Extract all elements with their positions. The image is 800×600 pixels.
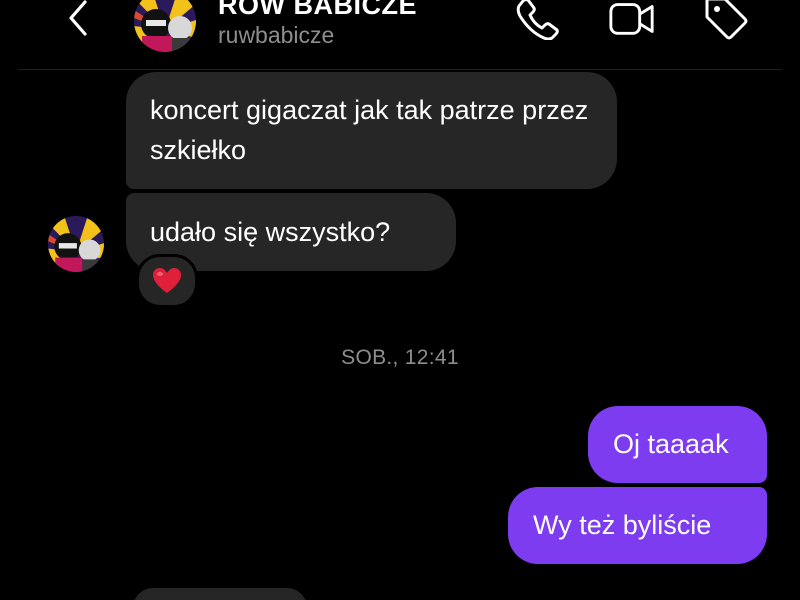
outgoing-message[interactable]: Oj taaaak xyxy=(588,406,767,483)
avatar[interactable] xyxy=(134,0,196,52)
phone-icon xyxy=(516,0,559,40)
back-button[interactable] xyxy=(58,0,98,38)
profile-picture xyxy=(134,0,196,52)
sender-avatar[interactable] xyxy=(48,216,104,272)
video-camera-icon xyxy=(609,3,654,35)
heart-icon xyxy=(153,268,181,293)
outgoing-message[interactable]: Wy też byliście xyxy=(508,487,767,564)
chat-screen: RÓW BABICZE ruwbabicze koncert gigaczat … xyxy=(0,0,800,600)
profile-picture xyxy=(48,216,104,272)
reaction-badge[interactable] xyxy=(136,254,198,308)
call-button[interactable] xyxy=(514,0,562,42)
incoming-message[interactable]: koncert gigaczat jak tak patrze przez sz… xyxy=(126,72,617,189)
chevron-left-icon xyxy=(69,0,87,36)
tag-button[interactable] xyxy=(702,0,750,42)
video-call-button[interactable] xyxy=(608,0,656,42)
page-title[interactable]: RÓW BABICZE xyxy=(218,0,417,21)
username-label[interactable]: ruwbabicze xyxy=(218,22,334,49)
header-divider xyxy=(18,69,782,70)
message-timestamp: SOB., 12:41 xyxy=(341,346,459,369)
tag-icon xyxy=(705,0,748,40)
chat-header: RÓW BABICZE ruwbabicze xyxy=(0,0,800,70)
incoming-message-partial[interactable] xyxy=(133,588,307,600)
